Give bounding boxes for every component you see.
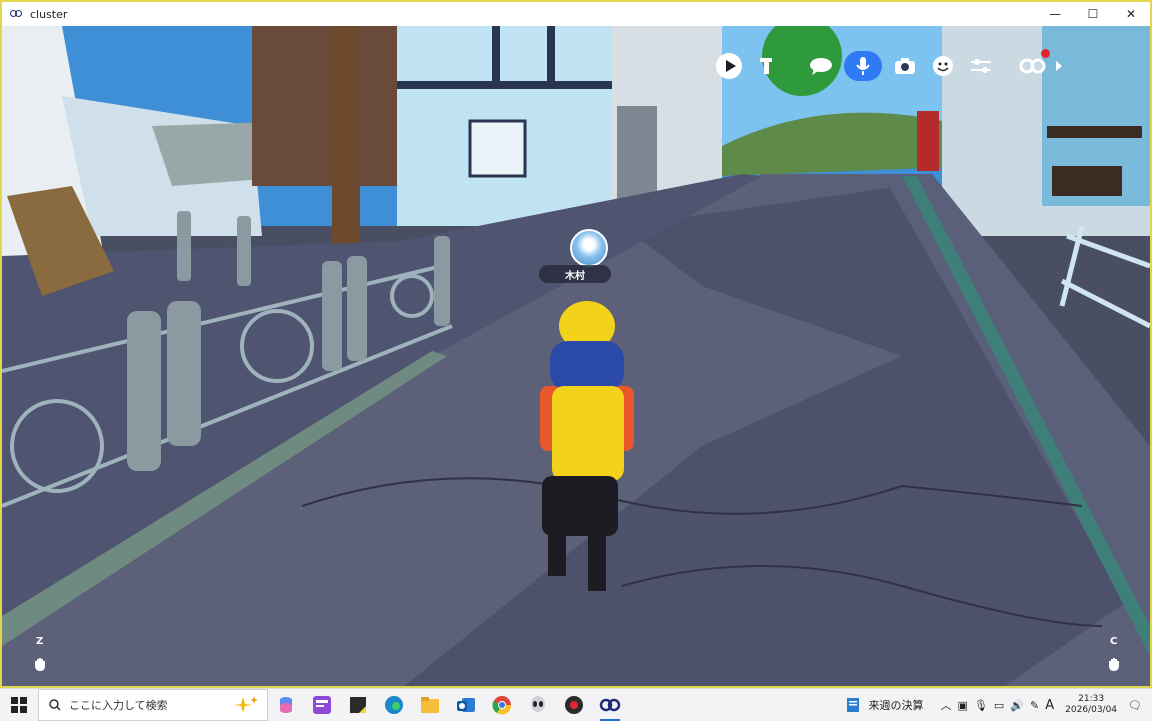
cluster-logo-icon <box>1019 58 1046 74</box>
chevron-right-icon <box>1056 61 1062 71</box>
chrome-taskbar-button[interactable] <box>484 689 520 721</box>
cluster-taskbar-icon <box>599 698 621 712</box>
pen-icon[interactable]: ✎ <box>1030 699 1039 712</box>
play-button[interactable] <box>714 51 744 81</box>
close-button[interactable]: ✕ <box>1112 2 1150 26</box>
outlook-taskbar-button[interactable] <box>448 689 484 721</box>
copilot-icon <box>280 697 292 713</box>
chat-icon <box>810 58 832 75</box>
mic-button[interactable] <box>844 51 882 81</box>
cluster-taskbar-button[interactable] <box>592 689 628 721</box>
taskbar: ここに入力して検索 来週の決算 ︿ ▣ 🎙 ▭ 🔊 ✎ A 21:33 2026… <box>0 688 1152 721</box>
emoji-button[interactable] <box>928 51 958 81</box>
chevron-up-icon[interactable]: ︿ <box>941 697 952 713</box>
copilot-taskbar-button[interactable] <box>268 689 304 721</box>
file-explorer-taskbar-button[interactable] <box>412 689 448 721</box>
sticky-notes-icon <box>350 697 366 713</box>
news-taskbar-button[interactable] <box>304 689 340 721</box>
camera-icon <box>895 58 915 74</box>
system-tray: 来週の決算 ︿ ▣ 🎙 ▭ 🔊 ✎ A 21:33 2026/03/04 🗨 <box>845 689 1152 721</box>
taskbar-search[interactable]: ここに入力して検索 <box>38 689 268 721</box>
alien-app-taskbar-button[interactable] <box>520 689 556 721</box>
record-app-taskbar-button[interactable] <box>556 689 592 721</box>
sticky-notes-taskbar-button[interactable] <box>340 689 376 721</box>
minimize-button[interactable]: — <box>1036 2 1074 26</box>
network-icon[interactable]: ▭ <box>994 699 1004 712</box>
play-icon <box>716 53 742 79</box>
mic-tray-icon[interactable]: 🎙 <box>974 699 988 712</box>
widgets-news[interactable]: 来週の決算 <box>845 697 924 713</box>
widgets-news-text: 来週の決算 <box>868 699 924 712</box>
windows-logo-icon <box>11 697 27 713</box>
left-key-hint: Z <box>36 636 44 647</box>
alien-app-icon <box>531 696 545 712</box>
emote-button[interactable] <box>752 51 782 81</box>
left-hand-icon[interactable] <box>32 656 48 672</box>
volume-icon[interactable]: 🔊 <box>1010 699 1024 712</box>
chrome-icon <box>492 696 512 715</box>
start-button[interactable] <box>0 689 38 721</box>
edge-icon <box>385 696 403 714</box>
file-explorer-icon <box>421 697 439 713</box>
outlook-icon <box>457 698 475 712</box>
search-placeholder: ここに入力して検索 <box>69 699 168 712</box>
news-icon <box>313 696 331 714</box>
hud-toolbar <box>710 49 1066 82</box>
player-avatar-badge <box>570 229 608 267</box>
sparkle-icon <box>234 696 258 713</box>
game-viewport[interactable]: 木村 Z C <box>2 26 1150 686</box>
settings-button[interactable] <box>966 51 996 81</box>
right-key-hint: C <box>1110 636 1118 647</box>
display-icon[interactable]: ▣ <box>958 699 968 712</box>
clock-time: 21:33 <box>1078 694 1105 704</box>
settings-sliders-icon <box>971 59 991 73</box>
camera-button[interactable] <box>890 51 920 81</box>
window-controls: — ☐ ✕ <box>1036 2 1150 26</box>
cluster-logo-icon <box>10 9 24 19</box>
record-app-icon <box>565 696 583 714</box>
edge-taskbar-button[interactable] <box>376 689 412 721</box>
hud-expand-button[interactable] <box>1052 51 1066 81</box>
document-icon <box>846 698 859 712</box>
window-title: cluster <box>30 7 68 21</box>
title-bar: cluster — ☐ ✕ <box>2 2 1150 26</box>
ime-indicator[interactable]: A <box>1045 698 1054 713</box>
maximize-button[interactable]: ☐ <box>1074 2 1112 26</box>
mic-icon <box>856 57 870 75</box>
face-icon <box>933 56 953 76</box>
emote-icon <box>760 58 772 74</box>
chat-button[interactable] <box>806 51 836 81</box>
clock-date: 2026/03/04 <box>1065 705 1118 715</box>
search-icon <box>49 699 61 711</box>
notification-dot <box>1041 49 1050 58</box>
player-nameplate: 木村 <box>539 265 611 283</box>
cluster-menu-button[interactable] <box>1018 49 1050 81</box>
right-hand-icon[interactable] <box>1106 656 1122 672</box>
clock[interactable]: 21:33 2026/03/04 <box>1065 694 1117 716</box>
app-window: cluster — ☐ ✕ 木村 Z C <box>0 0 1152 688</box>
game-scene <box>2 26 1150 686</box>
notification-icon[interactable]: 🗨 <box>1128 699 1142 712</box>
